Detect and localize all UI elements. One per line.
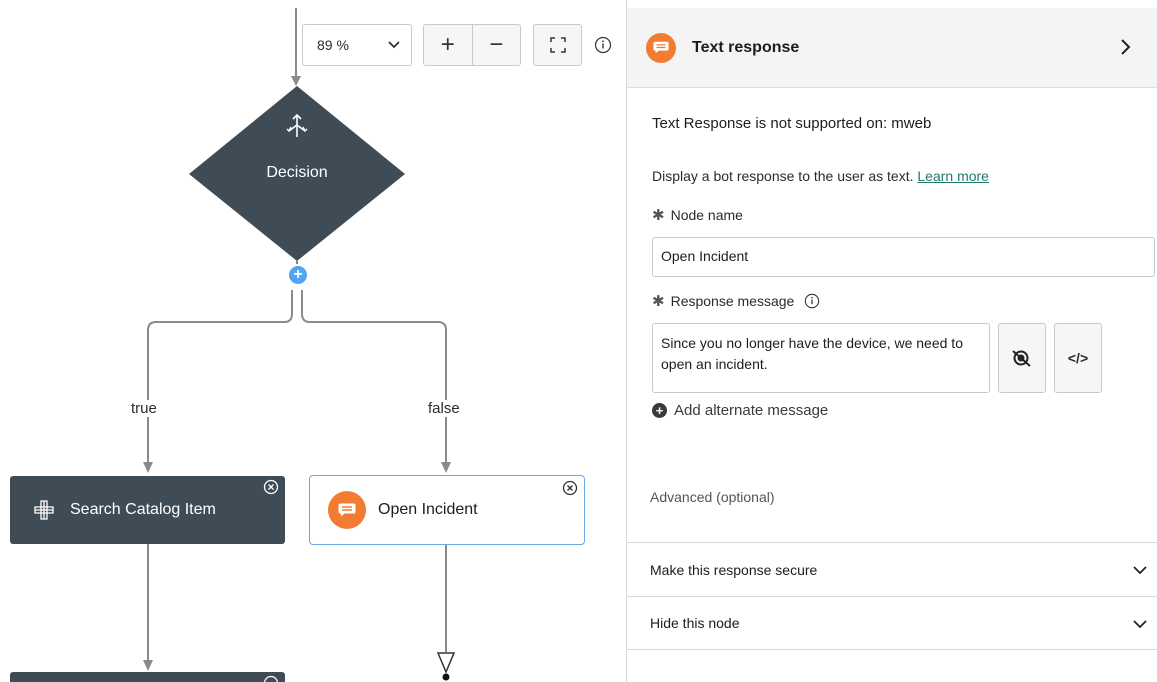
text-response-icon — [646, 32, 676, 63]
properties-panel: Text response Text Response is not suppo… — [626, 0, 1157, 682]
close-icon[interactable] — [263, 479, 279, 495]
branch-label-false: false — [426, 400, 462, 417]
connector-true — [147, 290, 293, 462]
arrow-true — [143, 462, 153, 473]
advanced-heading: Advanced (optional) — [650, 489, 775, 505]
catalog-grid-icon — [34, 500, 54, 520]
fit-to-screen-button[interactable] — [533, 24, 582, 66]
fit-screen-icon — [549, 37, 566, 53]
response-message-textarea[interactable]: Since you no longer have the device, we … — [652, 323, 990, 393]
required-icon: ✱ — [652, 293, 665, 310]
branch-label-true: true — [129, 400, 159, 417]
script-button[interactable]: </> — [1054, 323, 1102, 393]
node-name-label: Node name — [670, 207, 743, 223]
add-alternate-message-button[interactable]: + Add alternate message — [652, 402, 828, 419]
zoom-out-button[interactable]: − — [471, 25, 521, 65]
node-name-input[interactable]: Open Incident — [652, 237, 1155, 277]
response-message-label: Response message — [670, 293, 795, 309]
variable-picker-icon — [1012, 350, 1031, 367]
chevron-down-icon — [388, 41, 400, 49]
node-name-label-row: ✱ Node name — [652, 206, 743, 224]
response-message-label-row: ✱ Response message — [652, 292, 820, 310]
add-alternate-label: Add alternate message — [674, 402, 829, 419]
unsupported-notice: Text Response is not supported on: mweb — [652, 115, 932, 132]
flow-canvas[interactable]: 89 % + − Decision + true false Search Ca… — [0, 0, 626, 682]
text-response-icon — [328, 491, 366, 529]
panel-description: Display a bot response to the user as te… — [652, 168, 989, 184]
decision-node-label[interactable]: Decision — [222, 164, 372, 182]
flow-connectors — [143, 8, 456, 681]
next-node-partial[interactable] — [10, 672, 285, 682]
decision-split-icon — [286, 113, 308, 137]
chevron-down-icon — [1133, 620, 1147, 629]
search-catalog-node[interactable]: Search Catalog Item — [10, 476, 285, 544]
chevron-down-icon — [1133, 566, 1147, 575]
close-icon[interactable] — [562, 480, 578, 496]
variable-picker-button[interactable] — [998, 323, 1046, 393]
search-catalog-label: Search Catalog Item — [70, 501, 216, 518]
add-node-button[interactable]: + — [287, 264, 309, 286]
arrow-in — [291, 76, 301, 86]
zoom-in-button[interactable]: + — [424, 25, 472, 65]
description-text: Display a bot response to the user as te… — [652, 168, 914, 184]
required-icon: ✱ — [652, 207, 665, 224]
open-incident-label: Open Incident — [378, 501, 478, 518]
add-circle-icon: + — [652, 403, 667, 418]
close-icon[interactable] — [263, 675, 279, 682]
chevron-right-icon[interactable] — [1118, 38, 1132, 56]
info-icon[interactable] — [594, 36, 612, 54]
learn-more-link[interactable]: Learn more — [917, 168, 989, 184]
arrow-false — [441, 462, 451, 473]
secure-response-section[interactable]: Make this response secure — [627, 542, 1157, 596]
info-icon[interactable] — [804, 293, 820, 309]
connector-false — [301, 290, 447, 462]
hide-node-label: Hide this node — [650, 615, 740, 631]
panel-header: Text response — [627, 8, 1157, 88]
hide-node-section[interactable]: Hide this node — [627, 596, 1157, 650]
zoom-select[interactable]: 89 % — [302, 24, 412, 66]
panel-title: Text response — [692, 38, 800, 56]
open-incident-node[interactable]: Open Incident — [309, 475, 585, 545]
open-end-arrow — [436, 652, 456, 674]
secure-response-label: Make this response secure — [650, 561, 818, 578]
zoom-button-group: + − — [423, 24, 521, 66]
zoom-value: 89 % — [317, 37, 349, 53]
